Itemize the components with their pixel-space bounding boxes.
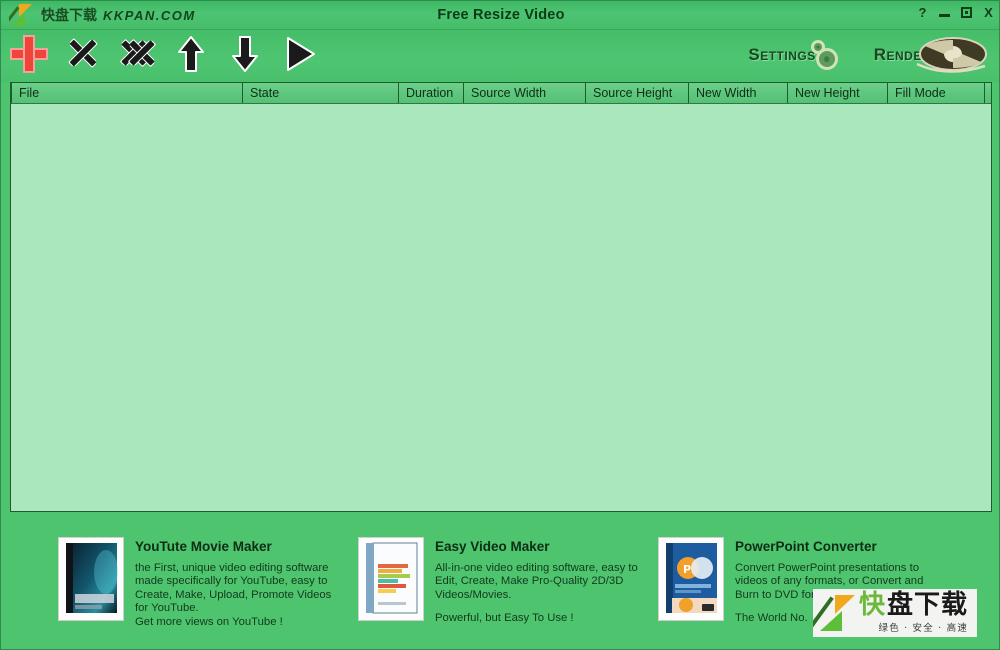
promo-title: PowerPoint Converter	[735, 539, 877, 554]
help-button[interactable]: ?	[916, 6, 929, 20]
promo-title: Easy Video Maker	[435, 539, 550, 554]
file-list[interactable]: File State Duration Source Width Source …	[10, 82, 992, 512]
settings-button[interactable]: Settings	[748, 36, 843, 74]
move-up-button[interactable]	[171, 34, 211, 74]
boxart-powerpoint-converter: P	[658, 537, 724, 621]
play-triangle-icon	[287, 37, 315, 71]
promo-tagline: Powerful, but Easy To Use !	[435, 612, 574, 625]
toolbar: Settings Render	[1, 30, 999, 82]
watermark-rest: 盘下载	[887, 590, 969, 620]
column-header-new-height[interactable]: New Height	[788, 83, 888, 103]
watermark-text: 快 盘下载 绿色 · 安全 · 高速	[859, 592, 968, 634]
minimize-button[interactable]	[938, 6, 951, 20]
gear-icon	[808, 38, 844, 72]
column-header-source-width[interactable]: Source Width	[464, 83, 586, 103]
svg-text:P: P	[683, 563, 691, 576]
promo-description: All-in-one video editing software, easy …	[435, 562, 638, 601]
arrow-up-icon	[178, 36, 204, 72]
remove-all-button[interactable]	[117, 34, 157, 74]
watermark-overlay: 快 盘下载 绿色 · 安全 · 高速	[813, 589, 977, 637]
file-list-body[interactable]	[11, 104, 991, 511]
add-file-button[interactable]	[9, 34, 49, 74]
arrow-down-icon	[232, 36, 258, 72]
promo-card-youtube-movie-maker[interactable]: YouTute Movie Maker the First, unique vi…	[58, 537, 331, 629]
column-header-duration[interactable]: Duration	[399, 83, 464, 103]
title-bar: 快盘下载 KKPAN.COM Free Resize Video ? X	[1, 1, 999, 30]
play-button[interactable]	[279, 34, 319, 74]
promo-text-easy-video: Easy Video Maker All-in-one video editin…	[435, 537, 638, 624]
watermark-subtitle: 绿色 · 安全 · 高速	[878, 623, 969, 634]
watermark-kuai: 快	[859, 590, 886, 620]
window-controls: ? X	[916, 6, 995, 20]
column-header-state[interactable]: State	[243, 83, 399, 103]
page-title: Free Resize Video	[437, 7, 565, 23]
move-down-button[interactable]	[225, 34, 265, 74]
column-header-new-width[interactable]: New Width	[689, 83, 788, 103]
boxart-easy-video-maker	[358, 537, 424, 621]
column-header-source-height[interactable]: Source Height	[586, 83, 689, 103]
boxart-youtube-movie-maker	[58, 537, 124, 621]
column-header-file[interactable]: File	[11, 83, 243, 103]
settings-label: Settings	[748, 45, 816, 64]
file-list-header: File State Duration Source Width Source …	[11, 83, 991, 104]
toolbar-buttons	[9, 34, 319, 74]
film-reel-icon	[913, 36, 987, 74]
kkpan-watermark-logo-icon	[813, 593, 857, 633]
app-window: 快盘下载 KKPAN.COM Free Resize Video ? X Set…	[0, 0, 1000, 650]
close-button[interactable]: X	[982, 6, 995, 20]
column-header-fill-mode[interactable]: Fill Mode	[888, 83, 985, 103]
maximize-button[interactable]	[960, 6, 973, 20]
render-button[interactable]: Render	[874, 36, 987, 74]
toolbar-actions: Settings Render	[748, 36, 987, 74]
promo-card-easy-video-maker[interactable]: Easy Video Maker All-in-one video editin…	[358, 537, 638, 624]
promo-title: YouTute Movie Maker	[135, 539, 272, 554]
promo-text-youtube: YouTute Movie Maker the First, unique vi…	[135, 537, 331, 629]
promo-description: the First, unique video editing software…	[135, 562, 332, 628]
remove-file-button[interactable]	[63, 34, 103, 74]
